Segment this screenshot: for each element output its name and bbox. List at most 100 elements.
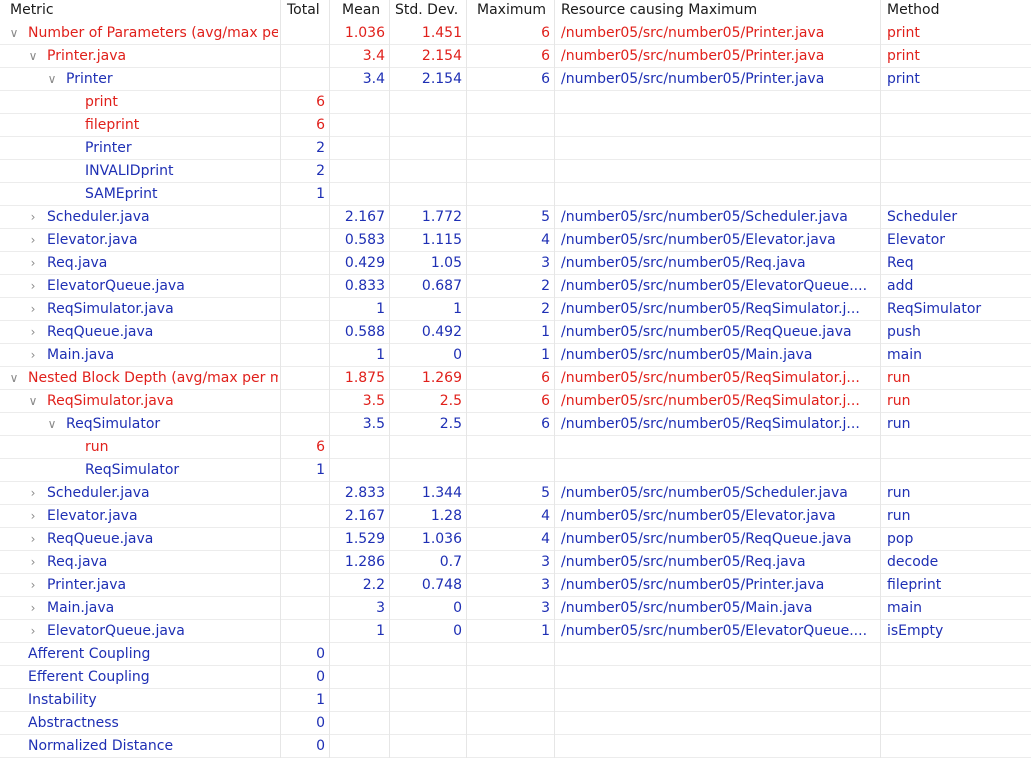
tree-row[interactable]: › Main.java 3 0 3/number05/src/number05/Main… (0, 597, 1031, 620)
resource-cell (555, 137, 880, 159)
std-dev-cell (390, 137, 466, 159)
tree-row[interactable]: Efferent Coupling 0 (0, 666, 1031, 689)
tree-row[interactable]: › Main.java 1 0 1/number05/src/number05/Main… (0, 344, 1031, 367)
method-cell (881, 459, 1031, 481)
tree-row[interactable]: SAMEprint 1 (0, 183, 1031, 206)
tree-row[interactable]: › Req.java 1.286 0.7 3/number05/src/number05… (0, 551, 1031, 574)
tree-row[interactable]: › ElevatorQueue.java 1 0 1/number05/src/numb… (0, 620, 1031, 643)
tree-row[interactable]: ∨ ReqSimulator 3.5 2.5 6/number05/src/number… (0, 413, 1031, 436)
resource-cell: /number05/src/number05/Printer.java (561, 577, 825, 593)
tree-row[interactable]: ∨ Printer 3.4 2.154 6/number05/src/number05/… (0, 68, 1031, 91)
chevron-right-icon[interactable]: › (27, 620, 39, 642)
method-cell: main (887, 600, 922, 616)
tree-row[interactable]: INVALIDprint 2 (0, 160, 1031, 183)
chevron-right-icon[interactable]: › (27, 252, 39, 274)
tree-row[interactable]: run 6 (0, 436, 1031, 459)
column-divider[interactable] (880, 0, 881, 22)
chevron-right-icon[interactable]: › (27, 206, 39, 228)
column-header-method[interactable]: Method (881, 0, 1031, 22)
metric-label: Printer.java (47, 48, 127, 64)
method-cell: main (887, 347, 922, 363)
column-header-resource[interactable]: Resource causing Maximum (555, 0, 880, 22)
grid-line (466, 22, 467, 758)
std-dev-cell: 0 (453, 623, 462, 639)
tree-row[interactable]: › Scheduler.java 2.167 1.772 5/number05/src/… (0, 206, 1031, 229)
maximum-cell (467, 436, 554, 458)
mean-cell: 3 (376, 600, 385, 616)
maximum-cell (467, 712, 554, 734)
chevron-right-icon[interactable]: › (27, 574, 39, 596)
metric-label: Req.java (47, 255, 108, 271)
chevron-down-icon[interactable]: ∨ (46, 68, 58, 90)
std-dev-cell: 0.7 (439, 554, 462, 570)
tree-row[interactable]: › Elevator.java 0.583 1.115 4/number05/src/n… (0, 229, 1031, 252)
chevron-right-icon[interactable]: › (27, 528, 39, 550)
tree-row[interactable]: › ReqSimulator.java 1 1 2/number05/src/numbe… (0, 298, 1031, 321)
chevron-right-icon[interactable]: › (27, 344, 39, 366)
maximum-cell (467, 689, 554, 711)
tree-row[interactable]: › ReqQueue.java 1.529 1.036 4/number05/src/n… (0, 528, 1031, 551)
chevron-right-icon[interactable]: › (27, 321, 39, 343)
tree-row[interactable]: Instability 1 (0, 689, 1031, 712)
mean-cell: 0.588 (344, 324, 385, 340)
chevron-down-icon[interactable]: ∨ (8, 22, 20, 44)
column-header-std-dev[interactable]: Std. Dev. (390, 0, 466, 22)
chevron-right-icon[interactable]: › (27, 505, 39, 527)
total-cell (281, 68, 329, 90)
mean-cell: 3.5 (362, 393, 385, 409)
chevron-right-icon[interactable]: › (27, 597, 39, 619)
tree-row[interactable]: Normalized Distance 0 (0, 735, 1031, 758)
chevron-right-icon[interactable]: › (27, 482, 39, 504)
chevron-down-icon[interactable]: ∨ (46, 413, 58, 435)
method-cell (881, 666, 1031, 688)
std-dev-cell: 1.269 (421, 370, 462, 386)
maximum-cell (467, 137, 554, 159)
tree-row[interactable]: › Elevator.java 2.167 1.28 4/number05/src/nu… (0, 505, 1031, 528)
mean-cell: 0.429 (344, 255, 385, 271)
tree-row[interactable]: ∨ ReqSimulator.java 3.5 2.5 6/number05/src/n… (0, 390, 1031, 413)
column-divider[interactable] (389, 0, 390, 22)
tree-row[interactable]: › ElevatorQueue.java 0.833 0.687 2/number05/… (0, 275, 1031, 298)
column-header-metric[interactable]: Metric (6, 0, 276, 22)
tree-row[interactable]: Afferent Coupling 0 (0, 643, 1031, 666)
tree-row[interactable]: ReqSimulator 1 (0, 459, 1031, 482)
column-divider[interactable] (466, 0, 467, 22)
tree-row[interactable]: › Req.java 0.429 1.05 3/number05/src/number0… (0, 252, 1031, 275)
metrics-tree-table: ∨ Number of Parameters (avg/max per metho… (0, 22, 1031, 758)
tree-row[interactable]: fileprint 6 (0, 114, 1031, 137)
chevron-right-icon[interactable]: › (27, 298, 39, 320)
chevron-down-icon[interactable]: ∨ (27, 45, 39, 67)
maximum-cell: 1 (541, 324, 550, 340)
maximum-cell (467, 183, 554, 205)
maximum-cell: 3 (541, 255, 550, 271)
metric-label: INVALIDprint (85, 163, 174, 179)
column-divider[interactable] (280, 0, 281, 22)
resource-cell (555, 114, 880, 136)
column-header-mean[interactable]: Mean (330, 0, 389, 22)
tree-row[interactable]: ∨ Number of Parameters (avg/max per metho… (0, 22, 1031, 45)
std-dev-cell: 1.036 (421, 531, 462, 547)
tree-row[interactable]: ∨ Printer.java 3.4 2.154 6/number05/src/numb… (0, 45, 1031, 68)
column-header-maximum[interactable]: Maximum (467, 0, 554, 22)
maximum-cell: 1 (541, 347, 550, 363)
total-cell (281, 551, 329, 573)
tree-row[interactable]: ∨ Nested Block Depth (avg/max per method)… (0, 367, 1031, 390)
column-header-total[interactable]: Total (281, 0, 329, 22)
chevron-down-icon[interactable]: ∨ (8, 367, 20, 389)
tree-row[interactable]: › ReqQueue.java 0.588 0.492 1/number05/src/n… (0, 321, 1031, 344)
chevron-right-icon[interactable]: › (27, 229, 39, 251)
std-dev-cell (390, 689, 466, 711)
std-dev-cell (390, 183, 466, 205)
tree-row[interactable]: Abstractness 0 (0, 712, 1031, 735)
tree-row[interactable]: print 6 (0, 91, 1031, 114)
chevron-down-icon[interactable]: ∨ (27, 390, 39, 412)
chevron-right-icon[interactable]: › (27, 551, 39, 573)
mean-cell: 3.4 (362, 71, 385, 87)
tree-row[interactable]: › Printer.java 2.2 0.748 3/number05/src/numb… (0, 574, 1031, 597)
column-divider[interactable] (329, 0, 330, 22)
column-divider[interactable] (554, 0, 555, 22)
chevron-right-icon[interactable]: › (27, 275, 39, 297)
tree-row[interactable]: Printer 2 (0, 137, 1031, 160)
tree-row[interactable]: › Scheduler.java 2.833 1.344 5/number05/src/… (0, 482, 1031, 505)
maximum-cell (467, 643, 554, 665)
